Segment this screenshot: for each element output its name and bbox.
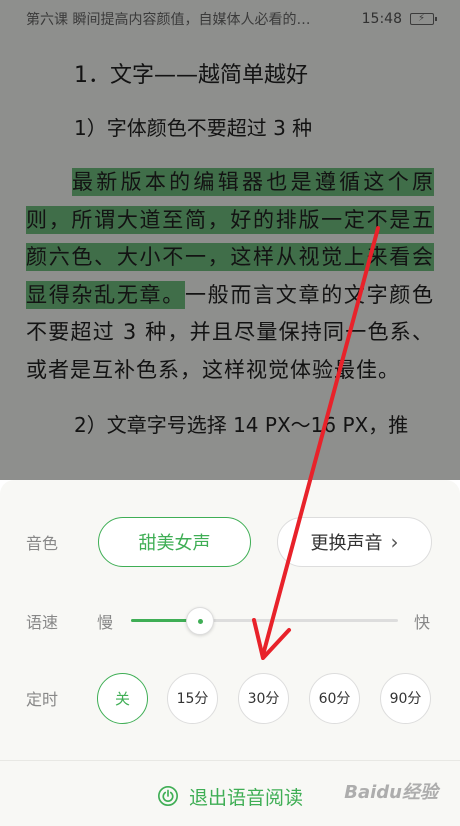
status-bar: 第六课 瞬间提高内容颜值，自媒体人必看的… 15:48 ⚡ [0, 0, 460, 38]
timer-row: 定时 关 15分 30分 60分 90分 [0, 672, 460, 724]
article-view: 第六课 瞬间提高内容颜值，自媒体人必看的… 15:48 ⚡ 1．文字——越简单越… [0, 0, 460, 480]
timer-option-30[interactable]: 30分 [238, 672, 289, 724]
change-voice-label: 更换声音 [310, 533, 383, 554]
watermark: Baidu经验 [344, 782, 438, 803]
exit-voice-reading-label: 退出语音阅读 [188, 786, 303, 809]
article-subheading: 1）字体颜色不要超过 3 种 [74, 116, 313, 140]
speed-label: 语速 [26, 613, 59, 632]
timer-option-60[interactable]: 60分 [309, 672, 360, 724]
speed-slider-handle[interactable] [186, 607, 215, 635]
speed-fast-label: 快 [414, 613, 431, 632]
speed-row: 语速 慢 快 [0, 606, 460, 636]
voice-reading-panel: 音色 甜美女声 更换声音 › 语速 慢 快 定时 关 15分 30分 60分 9… [0, 480, 460, 826]
current-voice-label: 甜美女声 [138, 533, 211, 554]
speed-slow-label: 慢 [97, 613, 114, 632]
timer-option-15[interactable]: 15分 [167, 672, 218, 724]
voice-row: 音色 甜美女声 更换声音 › [0, 516, 460, 568]
article-paragraph: 最新版本的编辑器也是遵循这个原则，所谓大道至简，好的排版一定不是五颜六色、大小不… [26, 164, 434, 389]
timer-option-off[interactable]: 关 [97, 672, 148, 724]
current-voice-button[interactable]: 甜美女声 [98, 517, 251, 567]
power-icon [157, 786, 178, 806]
article-title: 第六课 瞬间提高内容颜值，自媒体人必看的… [26, 12, 311, 28]
chevron-right-icon: › [390, 530, 399, 554]
timer-option-90[interactable]: 90分 [380, 672, 431, 724]
divider [0, 760, 460, 761]
voice-label: 音色 [26, 534, 59, 553]
article-subheading: 2）文章字号选择 14 PX～16 PX，推 [74, 413, 409, 437]
clock: 15:48 [361, 11, 402, 27]
article-content: 1．文字——越简单越好 1）字体颜色不要超过 3 种 最新版本的编辑器也是遵循这… [26, 56, 434, 443]
battery-charging-icon: ⚡ [410, 13, 437, 25]
change-voice-button[interactable]: 更换声音 › [277, 517, 432, 567]
article-heading: 1．文字——越简单越好 [74, 63, 308, 88]
timer-label: 定时 [26, 690, 59, 709]
